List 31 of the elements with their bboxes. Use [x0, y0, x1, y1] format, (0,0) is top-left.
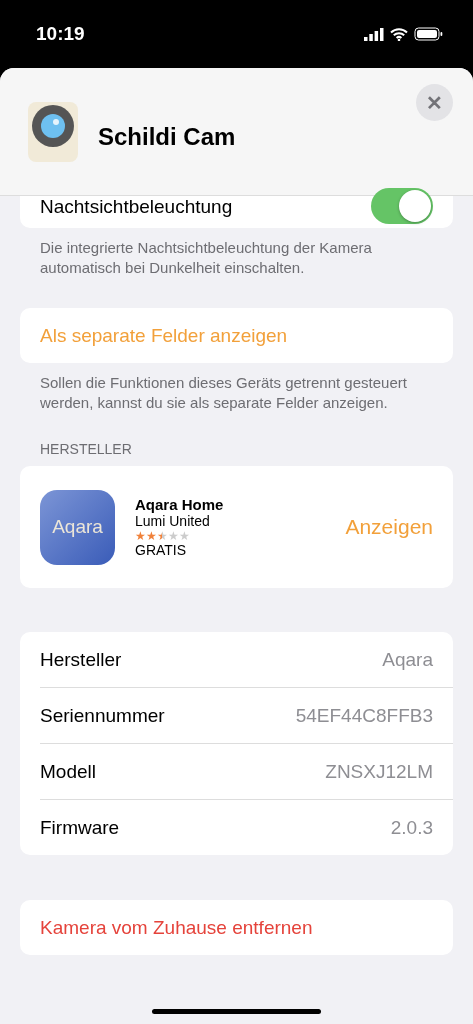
info-value: ZNSXJ12LM — [325, 760, 433, 783]
toggle-switch[interactable] — [371, 188, 433, 224]
setting-description: Sollen die Funktionen dieses Geräts getrennt gesteuert werden, kannst du sie als separate Felder anzeigen. — [39, 373, 408, 413]
separate-tiles-link[interactable]: Als separate Felder anzeigen — [20, 308, 453, 363]
wifi-icon — [390, 27, 408, 41]
app-name: Aqara Home — [135, 495, 225, 513]
setting-description: Die integrierte Nachtsichtbeleuchtung der Kamera automatisch bei Dunkelheit einschalten. — [39, 238, 373, 278]
camera-icon — [28, 101, 78, 162]
info-value: 2.0.3 — [390, 816, 433, 839]
info-label: Seriennummer — [40, 704, 165, 727]
app-icon: Aqara — [40, 489, 115, 565]
info-value: 54EF44C8FFB3 — [295, 704, 433, 727]
star-icon: ★ — [168, 529, 179, 542]
section-header: HERSTELLER — [39, 441, 133, 459]
info-label: Firmware — [40, 816, 120, 839]
star-icon: ★ — [146, 529, 157, 542]
view-button[interactable]: Anzeigen — [345, 515, 433, 539]
close-button[interactable]: ✕ — [416, 84, 453, 121]
status-time: 10:19 — [36, 23, 85, 45]
setting-label: Nachtsichtbeleuchtung — [40, 196, 233, 218]
star-icon: ★ — [179, 529, 190, 542]
signal-icon — [364, 27, 384, 41]
star-icon: ★ — [135, 529, 146, 542]
battery-icon — [414, 27, 443, 41]
device-title: Schildi Cam — [98, 122, 236, 151]
app-developer: Lumi United — [135, 512, 211, 530]
info-value: Aqara — [382, 648, 433, 671]
remove-button[interactable]: Kamera vom Zuhause entfernen — [20, 900, 453, 955]
app-price: GRATIS — [135, 541, 188, 559]
info-label: Modell — [40, 760, 96, 783]
info-label: Hersteller — [40, 648, 122, 671]
